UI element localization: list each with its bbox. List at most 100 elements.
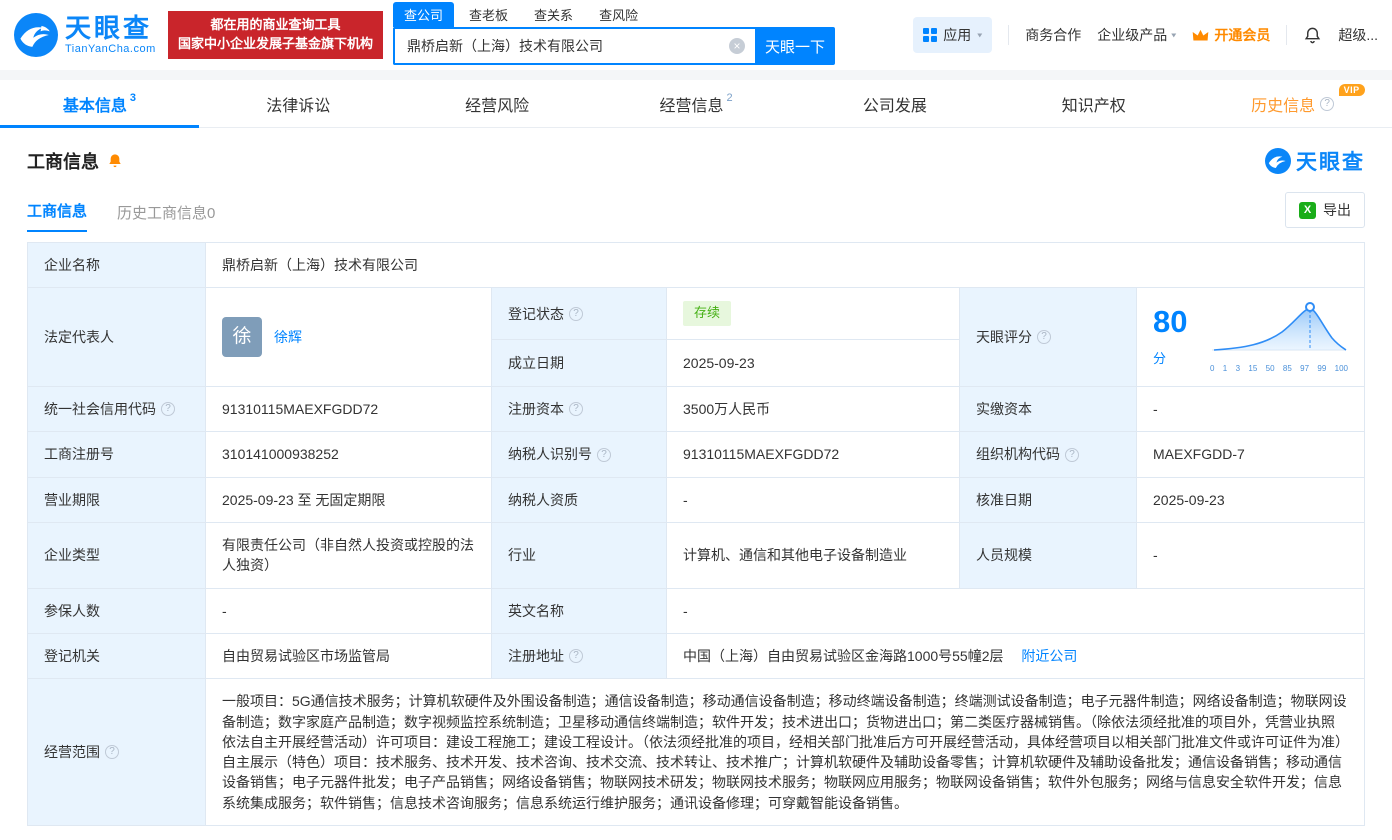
table-row: 登记机关 自由贸易试验区市场监管局 注册地址? 中国（上海）自由贸易试验区金海路… [27,632,1365,680]
section-watermark-logo: 天眼查 [1265,146,1365,176]
status-badge: 存续 [683,301,732,327]
help-icon[interactable]: ? [161,402,175,417]
tab-operating-info[interactable]: 经营信息 2 [597,80,796,127]
tab-count-badge: 3 [129,91,136,104]
help-icon[interactable]: ? [569,306,583,321]
subtab-business-info[interactable]: 工商信息 [27,200,88,232]
establish-date-value: 2025-09-23 [666,339,960,388]
nav-enterprise-products[interactable]: 企业级产品 ▾ [1097,25,1176,45]
header-separator [0,70,1392,80]
nav-open-vip[interactable]: 开通会员 [1192,25,1270,45]
help-icon[interactable]: ? [597,447,611,462]
slogan-line2: 国家中小企业发展子基金旗下机构 [178,36,374,51]
tab-intellectual-property[interactable]: 知识产权 [994,80,1193,127]
slogan-banner: 都在用的商业查询工具 国家中小企业发展子基金旗下机构 [168,11,384,59]
field-label: 登记机关 [27,632,206,680]
business-scope-value: 一般项目：5G通信技术服务；计算机软硬件及外围设备制造；通信设备制造；移动通信设… [205,678,1365,827]
tab-count-badge: 2 [726,91,733,104]
field-label: 核准日期 [959,476,1137,524]
field-label: 参保人数 [27,587,206,634]
tab-operating-risk[interactable]: 经营风险 [398,80,597,127]
company-name-value: 鼎桥启新（上海）技术有限公司 [205,241,1365,289]
field-label: 纳税人识别号? [491,431,667,478]
help-icon[interactable]: ? [105,745,119,760]
credit-code-value: 91310115MAEXFGDD72 [205,386,492,433]
reg-number-value: 310141000938252 [205,431,492,478]
help-icon[interactable]: ? [1065,447,1079,462]
field-label: 英文名称 [491,587,667,634]
vip-badge: VIP [1338,84,1365,96]
search-tab-company[interactable]: 查公司 [393,2,455,27]
table-row: 参保人数 - 英文名称 - [27,587,1365,634]
field-label: 统一社会信用代码? [27,386,206,433]
tianyancha-logo[interactable]: 天眼查 TianYanCha.com [14,13,164,57]
avatar[interactable]: 徐 [222,317,262,358]
search-input[interactable] [395,38,730,54]
apps-label: 应用 [943,27,972,43]
logo-wave-icon [14,13,58,57]
search-button[interactable]: 天眼一下 [755,27,836,65]
subscribe-bell-icon[interactable] [107,153,123,169]
export-button[interactable]: X 导出 [1285,192,1365,228]
score-cell[interactable]: 80分 0 1 3 15 50 85 97 99 100 [1136,287,1365,388]
field-label: 组织机构代码? [959,431,1137,478]
nearby-companies-link[interactable]: 附近公司 [1021,648,1077,664]
field-label: 登记状态? [491,287,667,341]
help-icon[interactable]: ? [1037,330,1051,345]
score-curve-chart: 0 1 3 15 50 85 97 99 100 [1210,300,1348,374]
field-label: 营业期限 [27,476,206,524]
field-label: 经营范围? [27,678,206,827]
approval-date-value: 2025-09-23 [1136,476,1365,524]
search-tab-risk[interactable]: 查风险 [588,2,649,27]
tab-basic-info[interactable]: 基本信息 3 [0,80,199,128]
company-type-value: 有限责任公司（非自然人投资或控股的法人独资） [205,522,492,589]
reg-address-cell: 中国（上海）自由贸易试验区金海路1000号55幢2层 附近公司 [666,632,1365,680]
table-row: 企业类型 有限责任公司（非自然人投资或控股的法人独资） 行业 计算机、通信和其他… [27,522,1365,589]
tab-history-info[interactable]: 历史信息 ? VIP [1193,80,1392,127]
score-axis-labels: 0 1 3 15 50 85 97 99 100 [1210,363,1348,373]
user-account[interactable]: 超级... [1338,25,1378,45]
field-label: 实缴资本 [959,386,1137,433]
subtab-history-business-info[interactable]: 历史工商信息0 [117,202,215,232]
table-row: 企业名称 鼎桥启新（上海）技术有限公司 [27,241,1365,289]
slogan-line1: 都在用的商业查询工具 [210,17,341,33]
nav-business-cooperation[interactable]: 商务合作 [1025,25,1081,45]
tab-company-development[interactable]: 公司发展 [795,80,994,127]
field-label: 人员规模 [959,522,1137,589]
table-row: 经营范围? 一般项目：5G通信技术服务；计算机软硬件及外围设备制造；通信设备制造… [27,678,1365,827]
business-info-table: 企业名称 鼎桥启新（上海）技术有限公司 法定代表人 徐 徐辉 登记状态? 存续 … [27,241,1365,827]
notification-bell-icon[interactable] [1303,26,1322,45]
field-label: 法定代表人 [27,287,206,388]
divider [1286,25,1288,45]
brand-name: 天眼查 [65,13,153,43]
legal-rep-link[interactable]: 徐辉 [274,327,302,347]
help-icon[interactable]: ? [1320,96,1335,111]
field-label: 工商注册号 [27,431,206,478]
field-label: 行业 [491,522,667,589]
header-nav: 应用 ▾ 商务合作 企业级产品 ▾ 开通会员 超级... [913,17,1378,53]
legal-rep-cell: 徐 徐辉 [205,287,492,388]
section-title: 工商信息 [27,152,99,172]
field-label: 天眼评分? [959,287,1137,388]
excel-icon: X [1299,201,1316,219]
apps-menu-button[interactable]: 应用 ▾ [913,17,993,53]
reg-address-value: 中国（上海）自由贸易试验区金海路1000号55幢2层 [683,647,1004,664]
clear-icon[interactable]: × [729,38,746,54]
search-tab-boss[interactable]: 查老板 [458,2,519,27]
help-icon[interactable]: ? [569,649,583,664]
staff-size-value: - [1136,522,1365,589]
search-box: × [393,27,756,65]
industry-value: 计算机、通信和其他电子设备制造业 [666,522,960,589]
field-label: 注册资本? [491,386,667,433]
field-label: 注册地址? [491,632,667,680]
reg-authority-value: 自由贸易试验区市场监管局 [205,632,492,680]
taxpayer-id-value: 91310115MAEXFGDD72 [666,431,960,478]
help-icon[interactable]: ? [569,402,583,417]
business-term-value: 2025-09-23 至 无固定期限 [205,476,492,524]
crown-icon [1193,29,1209,40]
divider [1008,25,1010,45]
table-row: 统一社会信用代码? 91310115MAEXFGDD72 注册资本? 3500万… [27,386,1365,433]
tab-legal-proceedings[interactable]: 法律诉讼 [199,80,398,127]
field-label: 成立日期 [491,339,667,388]
search-tab-relation[interactable]: 查关系 [523,2,584,27]
